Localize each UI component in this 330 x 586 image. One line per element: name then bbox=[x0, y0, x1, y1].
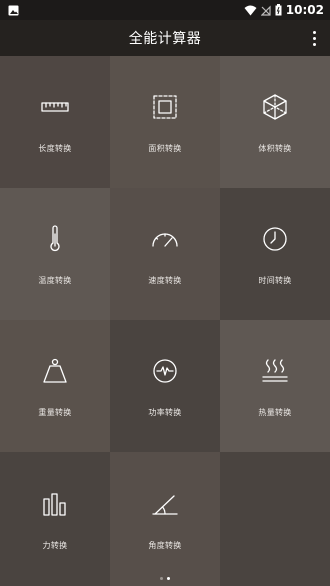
more-vert-icon bbox=[312, 30, 316, 34]
battery-icon bbox=[275, 1, 282, 20]
speedometer-icon bbox=[149, 223, 181, 255]
converter-grid: 长度转换 面积转换 体积转换 温度转换 速度转换 时间转换 重量转换 功率转换 … bbox=[0, 56, 330, 586]
tile-label: 长度转换 bbox=[38, 143, 72, 153]
tile-power[interactable]: 功率转换 bbox=[110, 320, 220, 452]
cube-icon bbox=[259, 91, 291, 123]
tile-label: 面积转换 bbox=[148, 143, 182, 153]
page-dot[interactable] bbox=[160, 577, 163, 580]
tile-weight[interactable]: 重量转换 bbox=[0, 320, 110, 452]
overflow-menu-button[interactable] bbox=[306, 28, 322, 48]
weight-icon bbox=[39, 355, 71, 387]
tile-label: 力转换 bbox=[42, 540, 68, 550]
power-wave-icon bbox=[149, 355, 181, 387]
tile-label: 功率转换 bbox=[148, 407, 182, 417]
ruler-icon bbox=[39, 91, 71, 123]
tile-time[interactable]: 时间转换 bbox=[220, 188, 330, 320]
tile-label: 热量转换 bbox=[258, 407, 292, 417]
tile-label: 体积转换 bbox=[258, 143, 292, 153]
tile-speed[interactable]: 速度转换 bbox=[110, 188, 220, 320]
bar-chart-icon bbox=[39, 488, 71, 520]
tile-label: 速度转换 bbox=[148, 275, 182, 285]
tile-label: 温度转换 bbox=[38, 275, 72, 285]
status-bar: 10:02 bbox=[0, 0, 330, 20]
heat-icon bbox=[259, 355, 291, 387]
app-bar: 全能计算器 bbox=[0, 20, 330, 56]
angle-icon bbox=[149, 488, 181, 520]
more-vert-icon-dot bbox=[312, 42, 316, 46]
thermometer-icon bbox=[39, 223, 71, 255]
tile-label: 角度转换 bbox=[148, 540, 182, 550]
no-signal-icon bbox=[260, 1, 271, 20]
area-square-icon bbox=[149, 91, 181, 123]
image-notification-icon bbox=[8, 1, 19, 20]
app-title: 全能计算器 bbox=[128, 31, 202, 47]
tile-temperature[interactable]: 温度转换 bbox=[0, 188, 110, 320]
tile-force[interactable]: 力转换 bbox=[0, 452, 110, 586]
tile-area[interactable]: 面积转换 bbox=[110, 56, 220, 188]
tile-empty bbox=[220, 452, 330, 586]
page-dot-active[interactable] bbox=[167, 577, 170, 580]
wifi-icon bbox=[244, 1, 257, 20]
tile-angle[interactable]: 角度转换 bbox=[110, 452, 220, 586]
clock-icon bbox=[259, 223, 291, 255]
tile-length[interactable]: 长度转换 bbox=[0, 56, 110, 188]
tile-heat[interactable]: 热量转换 bbox=[220, 320, 330, 452]
tile-label: 重量转换 bbox=[38, 407, 72, 417]
status-time: 10:02 bbox=[285, 3, 324, 17]
more-vert-icon-dot bbox=[312, 36, 316, 40]
tile-label: 时间转换 bbox=[258, 275, 292, 285]
page-indicator bbox=[0, 577, 330, 580]
tile-volume[interactable]: 体积转换 bbox=[220, 56, 330, 188]
